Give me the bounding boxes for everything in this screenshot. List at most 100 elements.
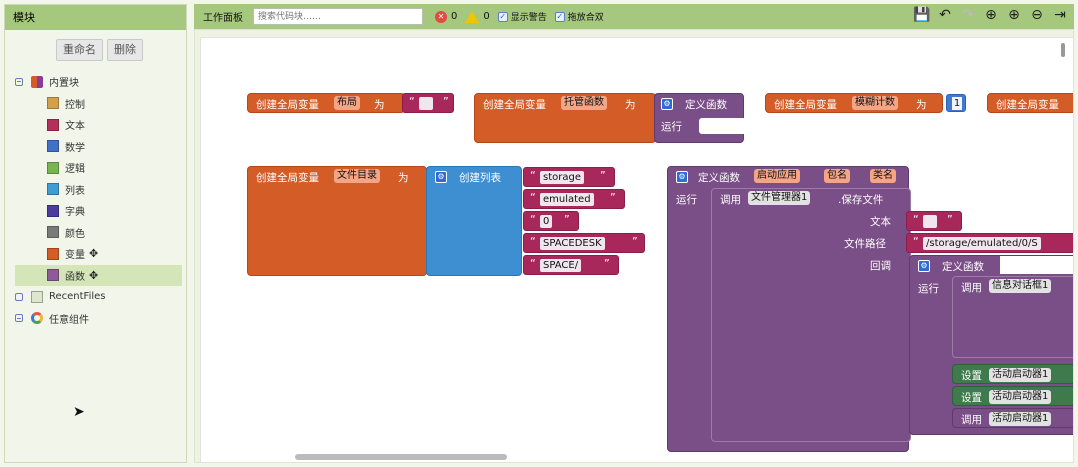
category-math[interactable]: 数学 xyxy=(15,136,182,158)
gear-icon[interactable]: ⚙ xyxy=(661,98,673,110)
lambda-procedure-block[interactable]: ⚙ 定义函数 运行 xyxy=(654,93,745,143)
blocks-panel-title: 模块 xyxy=(5,5,186,30)
component-dropdown[interactable]: 活动启动器1 xyxy=(989,368,1052,382)
quote-right: ” xyxy=(632,235,638,248)
category-label: 列表 xyxy=(65,185,85,197)
collapse-toggle-icon[interactable] xyxy=(15,77,23,86)
exit-icon[interactable]: ⇥ xyxy=(1052,7,1068,23)
global-var-block-file-dir[interactable]: 创建全局变量 文件目录 为 xyxy=(247,166,427,276)
zoom-in-icon[interactable]: ⊕ xyxy=(1006,7,1022,23)
statement-slot[interactable] xyxy=(1000,256,1073,274)
set-activity-starter-block[interactable]: 设置 活动启动器1 xyxy=(952,364,1073,384)
zoom-out-icon[interactable]: ⊖ xyxy=(1029,7,1045,23)
undo-icon[interactable]: ↶ xyxy=(937,7,953,23)
call-dialog-block[interactable]: 调用 信息对话框1 xyxy=(952,276,1073,358)
redo-icon[interactable]: ↷ xyxy=(960,7,976,23)
collapse-toggle-icon[interactable] xyxy=(15,314,23,323)
global-var-block-partial[interactable]: 创建全局变量 xyxy=(987,93,1073,113)
call-save-file-block[interactable]: 调用 文件管理器1 .保存文件 文本 文件路径 回调 xyxy=(711,188,911,442)
tree-item-builtin[interactable]: 内置块 xyxy=(15,71,182,93)
category-swatch xyxy=(47,247,59,260)
global-var-block-count[interactable]: 创建全局变量 模糊计数 为 xyxy=(765,93,943,113)
category-control[interactable]: 控制 xyxy=(15,93,182,115)
string-block[interactable]: “ emulated ” xyxy=(523,189,625,209)
param-field[interactable]: 包名 xyxy=(824,169,850,183)
string-block[interactable]: “ ” xyxy=(906,211,962,231)
string-block[interactable]: “ storage ” xyxy=(523,167,615,187)
delete-button[interactable]: 删除 xyxy=(107,39,143,61)
gear-icon[interactable]: ⚙ xyxy=(435,171,447,183)
string-value[interactable]: /storage/emulated/0/S xyxy=(923,237,1041,250)
var-name-field[interactable]: 文件目录 xyxy=(334,169,380,183)
global-var-block-layout[interactable]: 创建全局变量 布局 为 xyxy=(247,93,405,113)
string-value[interactable]: SPACE/ xyxy=(540,259,582,272)
category-lists[interactable]: 列表 xyxy=(15,179,182,201)
component-dropdown[interactable]: 文件管理器1 xyxy=(748,191,811,205)
workspace-toolbar: 工作面板 ✕ 0 0 ✓ 显示警告 ✓ 拖放合双 💾 ↶ ↷ ⊕ ⊕ ⊖ ⇥ xyxy=(194,4,1074,29)
quote-right: ” xyxy=(600,169,606,182)
string-value[interactable]: 0 xyxy=(540,215,553,228)
global-var-block-managed[interactable]: 创建全局变量 托管函数 为 xyxy=(474,93,656,143)
string-value[interactable]: storage xyxy=(540,171,584,184)
category-text[interactable]: 文本 xyxy=(15,114,182,136)
string-block[interactable]: “ 0 ” xyxy=(523,211,579,231)
var-name-field[interactable]: 模糊计数 xyxy=(852,96,898,110)
string-block[interactable]: “ SPACEDESK ” xyxy=(523,233,645,253)
block-label: 创建全局变量 xyxy=(996,99,1059,111)
show-warnings-toggle[interactable]: ✓ 显示警告 xyxy=(497,10,547,23)
number-block[interactable]: 1 xyxy=(946,94,966,112)
set-activity-starter-block[interactable]: 设置 活动启动器1 xyxy=(952,386,1073,406)
gear-icon[interactable]: ⚙ xyxy=(676,171,688,183)
component-dropdown[interactable]: 信息对话框1 xyxy=(989,279,1052,293)
string-block[interactable]: “ /storage/emulated/0/S xyxy=(906,233,1073,253)
category-swatch xyxy=(47,97,59,110)
make-list-block[interactable]: ⚙ 创建列表 xyxy=(426,166,522,276)
quote-right: ” xyxy=(604,257,610,270)
error-icon[interactable]: ✕ xyxy=(435,10,447,23)
save-icon[interactable]: 💾 xyxy=(913,7,930,23)
category-swatch xyxy=(47,140,59,153)
checkbox-checked-icon[interactable]: ✓ xyxy=(554,11,565,22)
expand-toggle-icon[interactable] xyxy=(15,292,23,301)
quote-left: “ xyxy=(913,235,919,248)
checkbox-checked-icon[interactable]: ✓ xyxy=(497,11,508,22)
category-logic[interactable]: 逻辑 xyxy=(15,157,182,179)
rename-button[interactable]: 重命名 xyxy=(56,39,103,61)
block-label: 定义函数 xyxy=(685,99,727,111)
category-dictionaries[interactable]: 字典 xyxy=(15,200,182,222)
statement-slot[interactable] xyxy=(699,118,745,134)
string-value[interactable] xyxy=(419,97,433,110)
recenter-icon[interactable]: ⊕ xyxy=(983,7,999,23)
proc-name-field[interactable]: 启动应用 xyxy=(754,169,800,183)
string-value[interactable] xyxy=(923,215,937,228)
var-name-field[interactable]: 托管函数 xyxy=(561,96,607,110)
number-value[interactable]: 1 xyxy=(952,97,962,110)
component-dropdown[interactable]: 活动启动器1 xyxy=(989,412,1052,426)
horizontal-scrollbar[interactable] xyxy=(295,454,507,460)
block-label: 回调 xyxy=(870,260,891,272)
mouse-cursor-icon: ➤ xyxy=(73,404,85,420)
string-block[interactable]: “ SPACE/ ” xyxy=(523,255,619,275)
tree-item-any-component[interactable]: 任意组件 xyxy=(15,308,182,330)
gear-icon[interactable]: ⚙ xyxy=(918,260,930,272)
category-swatch xyxy=(47,118,59,131)
var-name-field[interactable]: 布局 xyxy=(334,96,360,110)
block-label: 文件路径 xyxy=(844,238,886,250)
blocks-workspace-canvas[interactable]: 创建全局变量 布局 为 “ ” 创建全局变量 托管函数 为 ⚙ 定义函数 运行 … xyxy=(200,37,1074,463)
category-label: 字典 xyxy=(65,207,85,219)
category-colors[interactable]: 颜色 xyxy=(15,222,182,244)
call-activity-starter-block[interactable]: 调用 活动启动器1 xyxy=(952,408,1073,428)
component-dropdown[interactable]: 活动启动器1 xyxy=(989,390,1052,404)
category-swatch xyxy=(47,204,59,217)
block-search-input[interactable] xyxy=(253,8,423,25)
category-variables[interactable]: 变量 ✥ xyxy=(15,243,182,265)
drag-align-toggle[interactable]: ✓ 拖放合双 xyxy=(554,10,604,23)
string-value[interactable]: emulated xyxy=(540,193,594,206)
string-value[interactable]: SPACEDESK xyxy=(540,237,605,250)
vertical-scrollbar[interactable] xyxy=(1061,43,1065,57)
category-procedures[interactable]: 函数 ✥ xyxy=(15,264,182,286)
warning-icon[interactable] xyxy=(465,10,480,23)
string-block[interactable]: “ ” xyxy=(402,93,454,113)
param-field[interactable]: 类名 xyxy=(870,169,896,183)
tree-item-recent[interactable]: RecentFiles xyxy=(15,286,182,308)
